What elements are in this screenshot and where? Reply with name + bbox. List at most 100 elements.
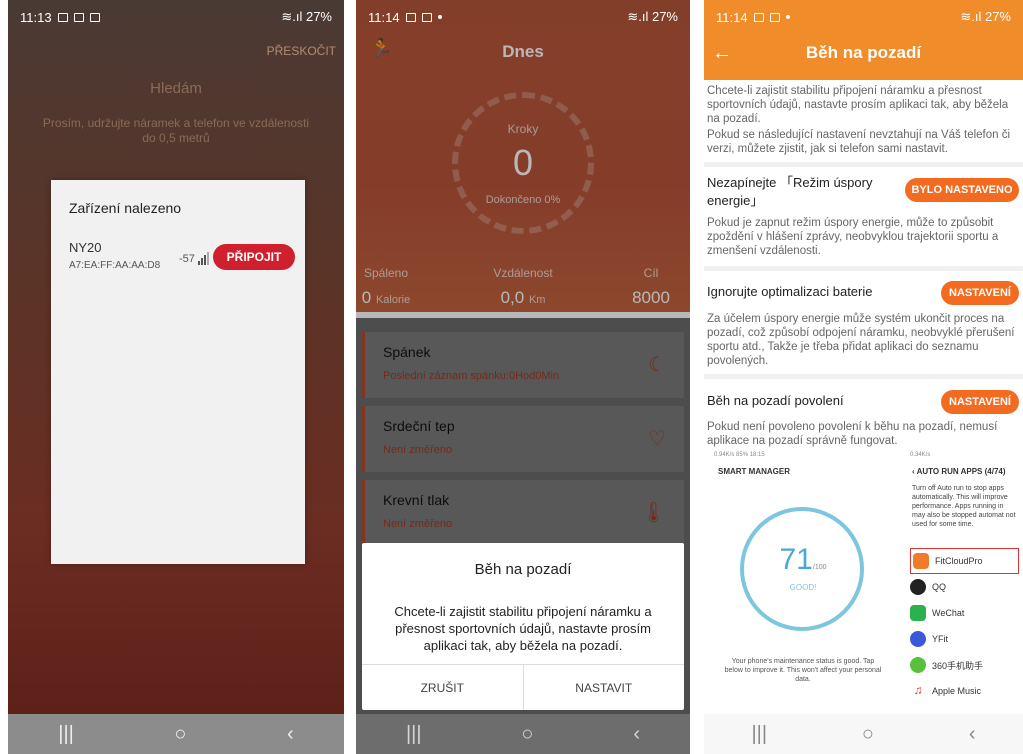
divider [704,266,1023,271]
status-time: 11:14 [368,9,400,25]
notification-dot-icon [437,15,442,19]
app-row[interactable]: WeChat [910,600,1019,626]
wifi-signal-icon: ≋.ıl [627,9,652,24]
searching-label: Hledám [150,80,202,97]
app-row[interactable]: FitCloudPro [910,548,1019,574]
wechat-icon [910,605,926,621]
device-name[interactable]: NY20 [69,240,102,255]
fitcloud-icon [913,553,929,569]
gallery-icon [753,12,764,22]
battery-level: 27% [651,9,678,24]
auto-run-desc: Turn off Auto run to stop apps automatic… [912,485,1016,528]
recents-icon[interactable]: ||| [58,723,74,746]
status-time: 11:13 [20,9,52,25]
signal-bars-icon [197,252,210,265]
qq-icon [910,579,926,595]
status-time: 11:14 [716,9,748,25]
app-row[interactable]: YFit [910,626,1019,652]
app-name: YFit [932,634,949,644]
signal-strength: -57 [179,252,210,265]
divider [704,374,1023,379]
video-icon [421,12,432,22]
app-row[interactable]: ♫ Apple Music [910,678,1019,704]
app-row[interactable]: QQ [910,574,1019,600]
section-text: Pokud je zapnut režim úspory energie, mů… [707,217,999,257]
video-icon [769,12,780,22]
app-row[interactable]: 360手机助手 [910,652,1019,678]
background-settings-button[interactable]: NASTAVENÍ [941,390,1019,414]
status-bar: 11:13 ≋.ıl 27% [8,0,344,34]
phone-today: 🏃 Dnes Kroky 0 Dokončeno 0% Spáleno 0 Kal… [356,0,690,754]
back-icon[interactable]: ‹ [969,723,976,746]
dialog-body: Chcete-li zajistit stabilitu připojení n… [394,604,652,653]
gallery-icon [57,12,68,22]
proximity-hint: Prosím, udržujte náramek a telefon ve vz… [42,116,310,145]
already-set-button[interactable]: BYLO NASTAVENO [905,178,1019,202]
app-name: FitCloudPro [935,556,983,566]
music-note-icon: ♫ [910,683,926,699]
section-heading: Běh na pozadí povolení [707,393,844,408]
rssi-value: -57 [179,252,195,265]
360-icon [910,657,926,673]
background-run-dialog: Běh na pozadí Chcete-li zajistit stabili… [362,543,684,710]
battery-settings-button[interactable]: NASTAVENÍ [941,281,1019,305]
nav-bar: ||| ○ ‹ [704,714,1023,754]
score-max: /100 [812,564,827,571]
app-name: WeChat [932,608,965,618]
score-label: GOOD! [789,583,817,592]
dialog-title: Zařízení nalezeno [69,200,182,216]
yfit-icon [910,631,926,647]
mini-status: 0.34K/s [910,452,931,458]
back-icon[interactable]: ‹ [633,723,640,746]
status-bar: 11:14 ≋.ıl 27% [704,0,1023,34]
mini-title: SMART MANAGER [718,467,790,476]
cancel-button[interactable]: ZRUŠIT [362,665,524,710]
status-bar: 11:14 ≋.ıl 27% [356,0,690,34]
battery-level: 27% [305,9,332,24]
connect-button[interactable]: PŘIPOJIT [213,244,295,270]
divider [704,162,1023,167]
home-icon[interactable]: ○ [174,723,186,746]
check-icon [89,12,100,22]
wifi-signal-icon: ≋.ıl [960,9,985,24]
section-text: Pokud není povoleno povolení k běhu na p… [707,421,998,447]
section-heading: Ignorujte optimalizaci baterie [707,284,873,299]
set-button[interactable]: NASTAVIT [524,665,685,710]
app-name: QQ [932,582,947,592]
score: 71/100 [710,543,896,577]
home-icon[interactable]: ○ [862,723,874,746]
app-name: Apple Music [932,686,982,696]
smart-manager-screenshot: 0.94K/s 85% 18:15 SMART MANAGER 71/100 G… [710,449,896,719]
nav-bar: ||| ○ ‹ [8,714,344,754]
page-title: Běh na pozadí [805,43,922,62]
wifi-signal-icon: ≋.ıl [281,9,306,24]
mini-status: 0.94K/s 85% 18:15 [714,452,765,458]
phone-background-settings: 11:14 ≋.ıl 27% ← Běh na pozadí Chcete-li… [704,0,1023,754]
mini-title-text: AUTO RUN APPS (4/74) [916,467,1006,476]
skip-button[interactable]: PŘESKOČIT [267,44,336,58]
app-name: 360手机助手 [932,660,984,671]
auto-run-screenshot: 0.34K/s ‹ AUTO RUN APPS (4/74) Turn off … [906,449,1023,719]
notification-dot-icon [785,15,790,19]
app-list: FitCloudPro QQ WeChat YFit 360手机助手 ♫ Appl… [906,548,1023,704]
phone-device-search: 11:13 ≋.ıl 27% PŘESKOČIT Hledám Prosím, … [8,0,344,754]
gallery-icon [405,12,416,22]
dialog-title: Běh na pozadí [474,561,572,578]
app-header: 11:14 ≋.ıl 27% ← Běh na pozadí [704,0,1023,80]
recents-icon[interactable]: ||| [751,723,767,746]
mini-title: ‹ AUTO RUN APPS (4/74) [912,467,1006,476]
score-value: 71 [779,543,813,576]
device-mac: A7:EA:FF:AA:AA:D8 [69,260,161,271]
recents-icon[interactable]: ||| [406,723,422,746]
device-found-dialog: Zařízení nalezeno NY20 A7:EA:FF:AA:AA:D8… [51,180,305,564]
section-text: Za účelem úspory energie může systém uko… [707,313,1015,367]
back-icon[interactable]: ‹ [287,723,294,746]
home-icon[interactable]: ○ [521,723,533,746]
section-heading: Nezapínejte 「Režim úspory energie」 [707,175,873,208]
intro-note: Pokud se následující nastavení nevztahuj… [707,129,1011,155]
intro-text: Chcete-li zajistit stabilitu připojení n… [707,85,1009,125]
battery-level: 27% [984,9,1011,24]
maintenance-text: Your phone's maintenance status is good.… [724,658,882,683]
nav-bar: ||| ○ ‹ [356,714,690,754]
video-icon [73,12,84,22]
